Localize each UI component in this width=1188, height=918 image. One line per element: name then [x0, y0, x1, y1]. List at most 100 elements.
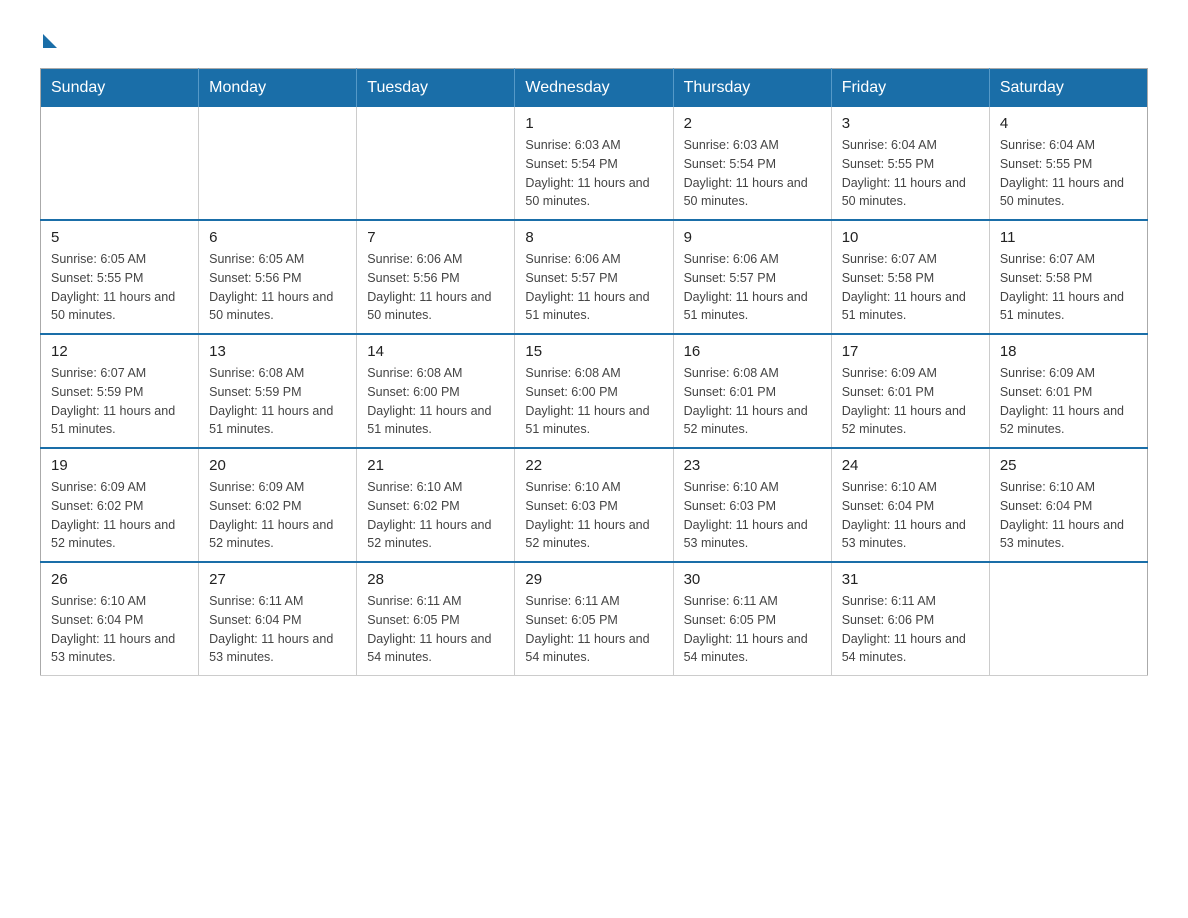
day-info: Sunrise: 6:10 AM Sunset: 6:03 PM Dayligh… — [525, 478, 662, 553]
day-info: Sunrise: 6:03 AM Sunset: 5:54 PM Dayligh… — [525, 136, 662, 211]
calendar-table: SundayMondayTuesdayWednesdayThursdayFrid… — [40, 68, 1148, 676]
day-number: 13 — [209, 343, 346, 360]
day-info: Sunrise: 6:08 AM Sunset: 5:59 PM Dayligh… — [209, 364, 346, 439]
day-number: 25 — [1000, 457, 1137, 474]
day-info: Sunrise: 6:07 AM Sunset: 5:59 PM Dayligh… — [51, 364, 188, 439]
calendar-day-cell: 10 Sunrise: 6:07 AM Sunset: 5:58 PM Dayli… — [831, 220, 989, 334]
day-info: Sunrise: 6:10 AM Sunset: 6:04 PM Dayligh… — [1000, 478, 1137, 553]
calendar-day-cell: 30Sunrise: 6:11 AM Sunset: 6:05 PM Dayli… — [673, 562, 831, 676]
calendar-day-cell: 3Sunrise: 6:04 AM Sunset: 5:55 PM Daylig… — [831, 107, 989, 220]
calendar-day-cell — [989, 562, 1147, 676]
day-of-week-header: Saturday — [989, 69, 1147, 108]
day-number: 14 — [367, 343, 504, 360]
calendar-day-cell: 11 Sunrise: 6:07 AM Sunset: 5:58 PM Dayli… — [989, 220, 1147, 334]
calendar-week-row: 1 Sunrise: 6:03 AM Sunset: 5:54 PM Daylig… — [41, 107, 1148, 220]
day-number: 20 — [209, 457, 346, 474]
calendar-day-cell: 8 Sunrise: 6:06 AM Sunset: 5:57 PM Daylig… — [515, 220, 673, 334]
calendar-day-cell: 24Sunrise: 6:10 AM Sunset: 6:04 PM Dayli… — [831, 448, 989, 562]
day-number: 15 — [525, 343, 662, 360]
day-number: 11 — [1000, 229, 1137, 246]
calendar-day-cell: 6 Sunrise: 6:05 AM Sunset: 5:56 PM Daylig… — [199, 220, 357, 334]
day-number: 6 — [209, 229, 346, 246]
calendar-day-cell: 23 Sunrise: 6:10 AM Sunset: 6:03 PM Dayli… — [673, 448, 831, 562]
calendar-day-cell: 21 Sunrise: 6:10 AM Sunset: 6:02 PM Dayli… — [357, 448, 515, 562]
calendar-day-cell: 26Sunrise: 6:10 AM Sunset: 6:04 PM Dayli… — [41, 562, 199, 676]
day-of-week-header: Monday — [199, 69, 357, 108]
calendar-day-cell: 18 Sunrise: 6:09 AM Sunset: 6:01 PM Dayli… — [989, 334, 1147, 448]
day-number: 17 — [842, 343, 979, 360]
calendar-day-cell: 1 Sunrise: 6:03 AM Sunset: 5:54 PM Daylig… — [515, 107, 673, 220]
day-info: Sunrise: 6:09 AM Sunset: 6:01 PM Dayligh… — [842, 364, 979, 439]
calendar-day-cell: 31 Sunrise: 6:11 AM Sunset: 6:06 PM Dayli… — [831, 562, 989, 676]
day-info: Sunrise: 6:10 AM Sunset: 6:02 PM Dayligh… — [367, 478, 504, 553]
calendar-day-cell: 13 Sunrise: 6:08 AM Sunset: 5:59 PM Dayli… — [199, 334, 357, 448]
day-of-week-header: Tuesday — [357, 69, 515, 108]
day-info: Sunrise: 6:11 AM Sunset: 6:05 PM Dayligh… — [525, 592, 662, 667]
day-number: 27 — [209, 571, 346, 588]
calendar-day-cell: 19Sunrise: 6:09 AM Sunset: 6:02 PM Dayli… — [41, 448, 199, 562]
day-of-week-header: Sunday — [41, 69, 199, 108]
day-info: Sunrise: 6:11 AM Sunset: 6:06 PM Dayligh… — [842, 592, 979, 667]
day-number: 12 — [51, 343, 188, 360]
day-of-week-header: Wednesday — [515, 69, 673, 108]
calendar-day-cell — [199, 107, 357, 220]
day-number: 24 — [842, 457, 979, 474]
day-info: Sunrise: 6:05 AM Sunset: 5:56 PM Dayligh… — [209, 250, 346, 325]
day-number: 4 — [1000, 115, 1137, 132]
day-number: 8 — [525, 229, 662, 246]
day-info: Sunrise: 6:10 AM Sunset: 6:04 PM Dayligh… — [51, 592, 188, 667]
calendar-week-row: 12 Sunrise: 6:07 AM Sunset: 5:59 PM Dayli… — [41, 334, 1148, 448]
day-number: 10 — [842, 229, 979, 246]
day-info: Sunrise: 6:10 AM Sunset: 6:03 PM Dayligh… — [684, 478, 821, 553]
day-info: Sunrise: 6:06 AM Sunset: 5:57 PM Dayligh… — [525, 250, 662, 325]
day-info: Sunrise: 6:08 AM Sunset: 6:01 PM Dayligh… — [684, 364, 821, 439]
calendar-day-cell: 14 Sunrise: 6:08 AM Sunset: 6:00 PM Dayli… — [357, 334, 515, 448]
calendar-week-row: 26Sunrise: 6:10 AM Sunset: 6:04 PM Dayli… — [41, 562, 1148, 676]
logo-arrow-icon — [43, 34, 57, 48]
calendar-day-cell: 27Sunrise: 6:11 AM Sunset: 6:04 PM Dayli… — [199, 562, 357, 676]
day-number: 5 — [51, 229, 188, 246]
day-number: 29 — [525, 571, 662, 588]
day-number: 31 — [842, 571, 979, 588]
day-number: 16 — [684, 343, 821, 360]
calendar-day-cell: 20Sunrise: 6:09 AM Sunset: 6:02 PM Dayli… — [199, 448, 357, 562]
calendar-day-cell: 28Sunrise: 6:11 AM Sunset: 6:05 PM Dayli… — [357, 562, 515, 676]
calendar-day-cell — [41, 107, 199, 220]
day-number: 28 — [367, 571, 504, 588]
day-info: Sunrise: 6:07 AM Sunset: 5:58 PM Dayligh… — [842, 250, 979, 325]
calendar-day-cell: 12 Sunrise: 6:07 AM Sunset: 5:59 PM Dayli… — [41, 334, 199, 448]
calendar-day-cell: 25 Sunrise: 6:10 AM Sunset: 6:04 PM Dayli… — [989, 448, 1147, 562]
day-info: Sunrise: 6:06 AM Sunset: 5:56 PM Dayligh… — [367, 250, 504, 325]
day-number: 23 — [684, 457, 821, 474]
day-number: 3 — [842, 115, 979, 132]
calendar-week-row: 19Sunrise: 6:09 AM Sunset: 6:02 PM Dayli… — [41, 448, 1148, 562]
calendar-day-cell: 9 Sunrise: 6:06 AM Sunset: 5:57 PM Daylig… — [673, 220, 831, 334]
calendar-day-cell — [357, 107, 515, 220]
calendar-day-cell: 17 Sunrise: 6:09 AM Sunset: 6:01 PM Dayli… — [831, 334, 989, 448]
day-info: Sunrise: 6:09 AM Sunset: 6:01 PM Dayligh… — [1000, 364, 1137, 439]
day-number: 21 — [367, 457, 504, 474]
day-number: 1 — [525, 115, 662, 132]
day-number: 22 — [525, 457, 662, 474]
calendar-header-row: SundayMondayTuesdayWednesdayThursdayFrid… — [41, 69, 1148, 108]
day-info: Sunrise: 6:03 AM Sunset: 5:54 PM Dayligh… — [684, 136, 821, 211]
calendar-day-cell: 4 Sunrise: 6:04 AM Sunset: 5:55 PM Daylig… — [989, 107, 1147, 220]
day-info: Sunrise: 6:06 AM Sunset: 5:57 PM Dayligh… — [684, 250, 821, 325]
calendar-day-cell: 22 Sunrise: 6:10 AM Sunset: 6:03 PM Dayli… — [515, 448, 673, 562]
day-info: Sunrise: 6:04 AM Sunset: 5:55 PM Dayligh… — [1000, 136, 1137, 211]
calendar-day-cell: 2 Sunrise: 6:03 AM Sunset: 5:54 PM Daylig… — [673, 107, 831, 220]
calendar-day-cell: 29 Sunrise: 6:11 AM Sunset: 6:05 PM Dayli… — [515, 562, 673, 676]
calendar-day-cell: 5 Sunrise: 6:05 AM Sunset: 5:55 PM Daylig… — [41, 220, 199, 334]
day-info: Sunrise: 6:05 AM Sunset: 5:55 PM Dayligh… — [51, 250, 188, 325]
calendar-day-cell: 7 Sunrise: 6:06 AM Sunset: 5:56 PM Daylig… — [357, 220, 515, 334]
day-info: Sunrise: 6:08 AM Sunset: 6:00 PM Dayligh… — [367, 364, 504, 439]
day-number: 2 — [684, 115, 821, 132]
day-info: Sunrise: 6:11 AM Sunset: 6:05 PM Dayligh… — [684, 592, 821, 667]
day-number: 19 — [51, 457, 188, 474]
calendar-day-cell: 16 Sunrise: 6:08 AM Sunset: 6:01 PM Dayli… — [673, 334, 831, 448]
day-number: 18 — [1000, 343, 1137, 360]
day-number: 7 — [367, 229, 504, 246]
calendar-day-cell: 15Sunrise: 6:08 AM Sunset: 6:00 PM Dayli… — [515, 334, 673, 448]
day-number: 9 — [684, 229, 821, 246]
day-info: Sunrise: 6:07 AM Sunset: 5:58 PM Dayligh… — [1000, 250, 1137, 325]
